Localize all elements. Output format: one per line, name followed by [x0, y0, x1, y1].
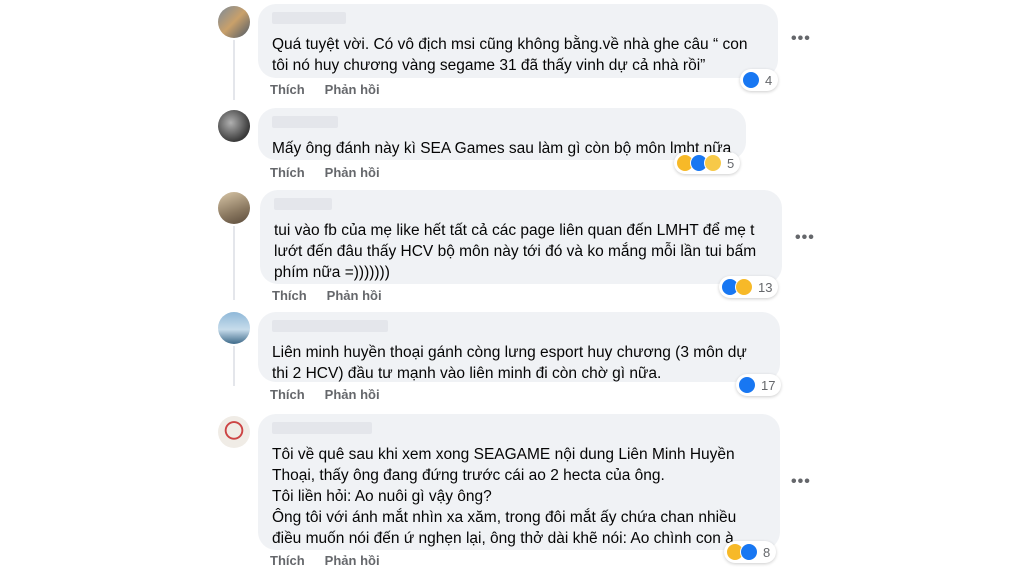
author-name[interactable]	[272, 422, 372, 434]
reply-button[interactable]: Phản hồi	[327, 288, 382, 303]
reply-button[interactable]: Phản hồi	[325, 82, 380, 97]
comment-text: tui vào fb của mẹ like hết tất cả các pa…	[274, 222, 757, 281]
reaction-summary[interactable]: 17	[736, 374, 782, 396]
comment-bubble: Mấy ông đánh này kì SEA Games sau làm gì…	[258, 108, 746, 160]
reply-button[interactable]: Phản hồi	[325, 165, 380, 180]
comment-actions: Thích Phản hồi	[272, 288, 402, 303]
like-button[interactable]: Thích	[270, 387, 305, 402]
comment-actions: Thích Phản hồi	[270, 553, 400, 568]
comment-bubble: Quá tuyệt vời. Có vô địch msi cũng không…	[258, 4, 778, 78]
comment-bubble: Liên minh huyền thoại gánh còng lưng esp…	[258, 312, 780, 382]
thread-line	[233, 226, 235, 300]
reaction-summary[interactable]: 4	[740, 69, 779, 91]
reaction-count: 8	[763, 544, 771, 560]
comment-actions: Thích Phản hồi	[270, 387, 400, 402]
like-button[interactable]: Thích	[270, 82, 305, 97]
reply-button[interactable]: Phản hồi	[325, 387, 380, 402]
avatar[interactable]	[218, 312, 250, 344]
author-name[interactable]	[272, 116, 338, 128]
reaction-count: 4	[765, 72, 773, 88]
comment-actions: Thích Phản hồi	[270, 165, 400, 180]
avatar[interactable]	[218, 110, 250, 142]
avatar[interactable]	[218, 6, 250, 38]
comment-bubble: tui vào fb của mẹ like hết tất cả các pa…	[260, 190, 782, 284]
more-options-icon[interactable]: •••	[791, 473, 811, 491]
comment-text: Mấy ông đánh này kì SEA Games sau làm gì…	[272, 140, 732, 157]
author-name[interactable]	[274, 198, 332, 210]
reaction-summary[interactable]: 8	[724, 541, 777, 563]
thread-line	[233, 346, 235, 386]
like-icon	[742, 71, 760, 89]
author-name[interactable]	[272, 12, 346, 24]
sad-icon	[704, 154, 722, 172]
reaction-count: 5	[727, 155, 735, 171]
avatar[interactable]	[218, 416, 250, 448]
reaction-count: 13	[758, 279, 773, 295]
like-icon	[740, 543, 758, 561]
like-button[interactable]: Thích	[270, 553, 305, 568]
thread-line	[233, 40, 235, 100]
reaction-count: 17	[761, 377, 776, 393]
like-button[interactable]: Thích	[272, 288, 307, 303]
reply-button[interactable]: Phản hồi	[325, 553, 380, 568]
comment-text: Quá tuyệt vời. Có vô địch msi cũng không…	[272, 36, 748, 74]
reaction-summary[interactable]: 5	[674, 152, 741, 174]
comment-text: Liên minh huyền thoại gánh còng lưng esp…	[272, 344, 747, 382]
avatar[interactable]	[218, 192, 250, 224]
comment-text: Tôi về quê sau khi xem xong SEAGAME nội …	[272, 446, 739, 547]
comment-bubble: Tôi về quê sau khi xem xong SEAGAME nội …	[258, 414, 780, 550]
like-icon	[738, 376, 756, 394]
more-options-icon[interactable]: •••	[791, 30, 811, 48]
haha-icon	[735, 278, 753, 296]
comment-actions: Thích Phản hồi	[270, 82, 400, 97]
author-name[interactable]	[272, 320, 388, 332]
reaction-summary[interactable]: 13	[719, 276, 779, 298]
more-options-icon[interactable]: •••	[795, 229, 815, 247]
like-button[interactable]: Thích	[270, 165, 305, 180]
